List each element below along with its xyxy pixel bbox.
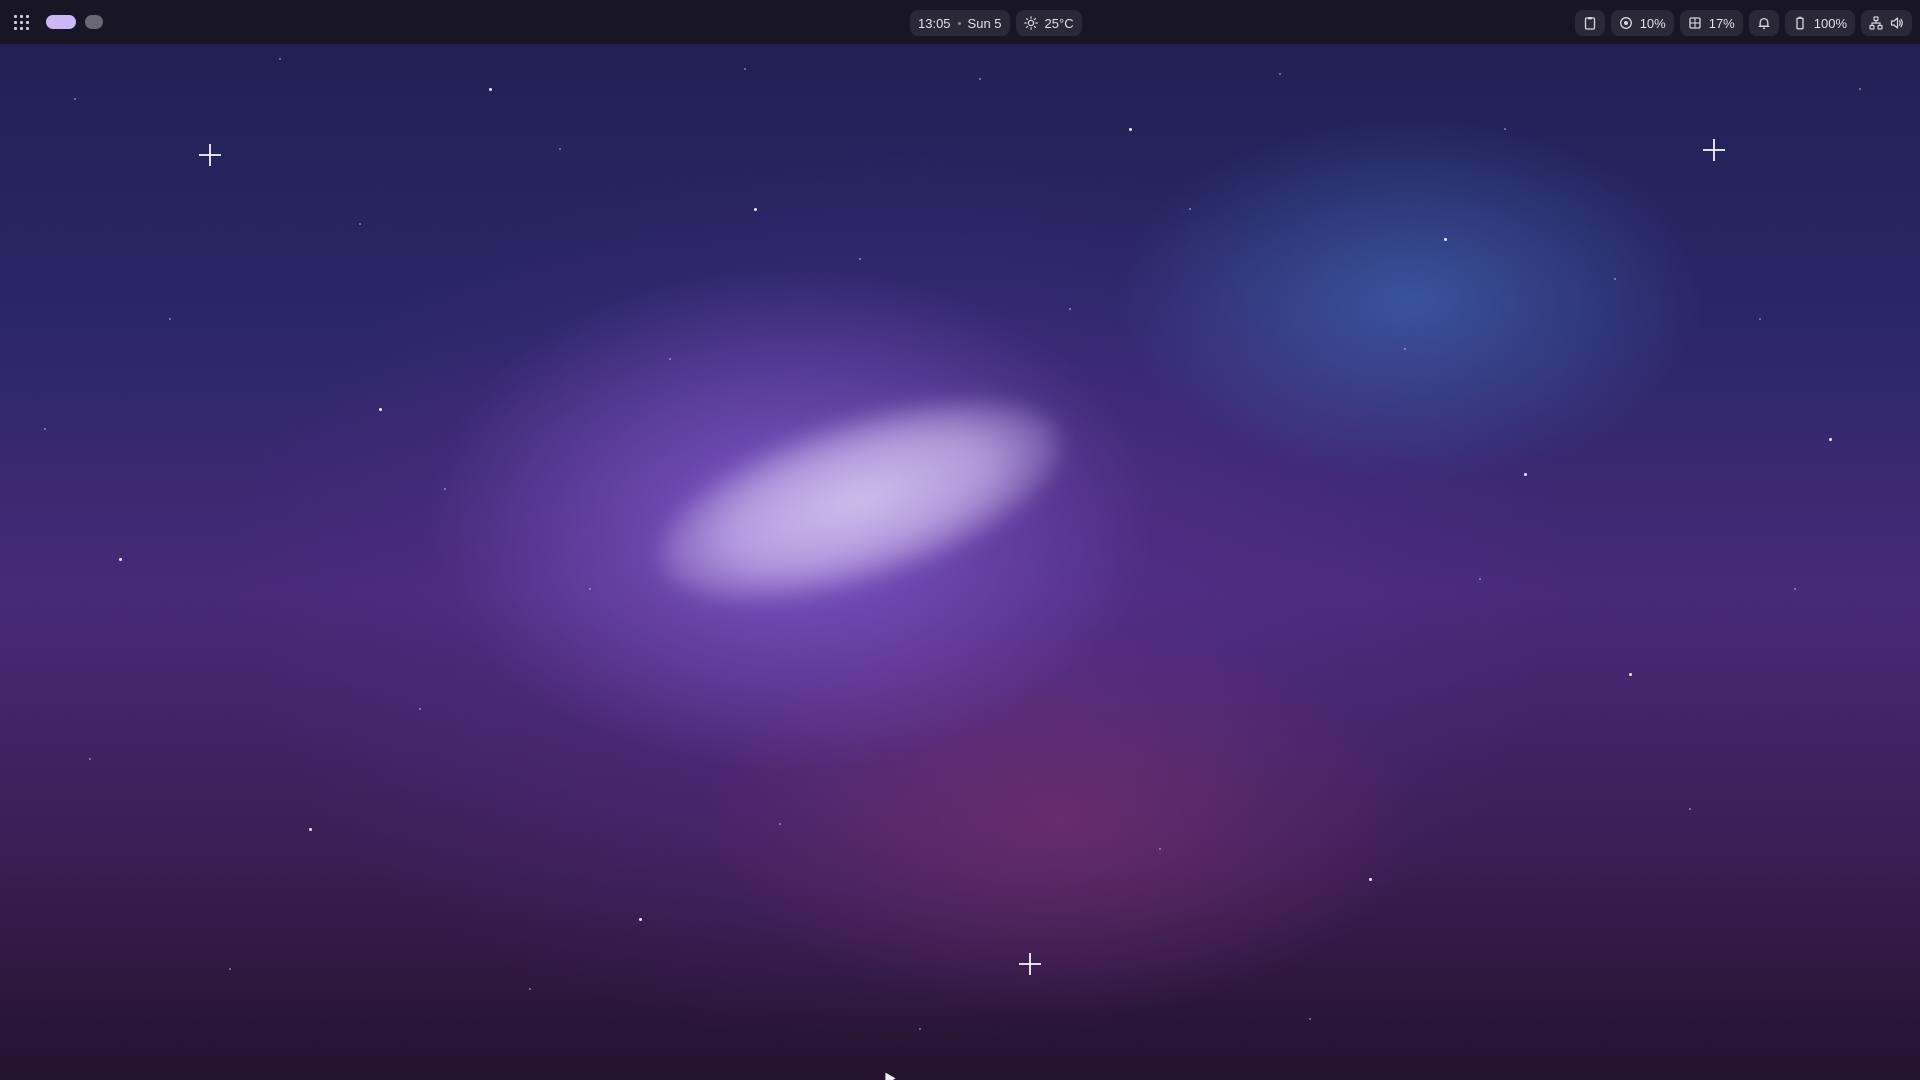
star [74, 98, 76, 100]
mouse-cursor [880, 1069, 896, 1080]
star [419, 708, 421, 710]
workspace-1-indicator[interactable] [46, 15, 76, 29]
star [359, 223, 361, 225]
clock-widget[interactable]: 13:05 Sun 5 [910, 10, 1010, 36]
battery-value: 100% [1813, 15, 1847, 31]
star [744, 68, 746, 70]
bell-icon [1757, 16, 1771, 30]
clipboard-button[interactable] [1574, 10, 1605, 36]
workspace-2-indicator[interactable] [85, 15, 103, 29]
star [279, 58, 281, 60]
star [1129, 128, 1132, 131]
star [1279, 73, 1281, 75]
star [1404, 348, 1406, 350]
star [169, 318, 171, 320]
sparkle-star [1703, 139, 1725, 161]
sparkle-star [1019, 953, 1041, 975]
star [1759, 318, 1761, 320]
star [1479, 578, 1481, 580]
star [119, 558, 122, 561]
star [754, 208, 757, 211]
star [309, 828, 312, 831]
separator-dot [957, 21, 961, 25]
star [779, 823, 781, 825]
star [1504, 128, 1506, 130]
network-button[interactable] [1861, 10, 1912, 36]
network-icon [1869, 16, 1883, 30]
battery-widget[interactable]: 100% [1784, 10, 1855, 36]
weather-temperature: 25°C [1044, 15, 1074, 31]
weather-widget[interactable]: 25°C [1015, 10, 1082, 36]
star [859, 258, 861, 260]
star [1159, 848, 1161, 850]
memory-usage-widget[interactable]: 17% [1679, 10, 1743, 36]
cpu-usage-widget[interactable]: 10% [1610, 10, 1674, 36]
volume-icon[interactable] [1890, 16, 1904, 30]
star [1829, 438, 1832, 441]
star [559, 148, 561, 150]
star [1629, 673, 1632, 676]
cpu-usage-value: 10% [1639, 15, 1666, 31]
star [669, 358, 671, 360]
star [529, 988, 531, 990]
star [1189, 208, 1191, 210]
top-bar: 13:05 Sun 5 25°C 10% 17% 100% [0, 0, 1920, 44]
star [1614, 278, 1616, 280]
star [44, 428, 46, 430]
wallpaper-glow [635, 359, 1085, 641]
star [1794, 588, 1796, 590]
clock-date: Sun 5 [967, 15, 1002, 31]
battery-icon [1793, 16, 1807, 30]
star [589, 588, 591, 590]
sparkle-star [199, 144, 221, 166]
star [1369, 878, 1372, 881]
star [1309, 1018, 1311, 1020]
clock-time: 13:05 [918, 15, 951, 31]
app-launcher-icon[interactable] [12, 13, 30, 31]
star [1069, 308, 1071, 310]
memory-usage-value: 17% [1708, 15, 1735, 31]
star [1444, 238, 1447, 241]
clock-weather-group: 13:05 Sun 5 25°C [910, 10, 1082, 36]
star [979, 78, 981, 80]
star [639, 918, 642, 921]
star [1524, 473, 1527, 476]
clipboard-icon [1583, 16, 1597, 30]
sun-icon [1023, 16, 1038, 30]
star [89, 758, 91, 760]
cpu-icon [1619, 16, 1633, 30]
star [489, 88, 492, 91]
star [1859, 88, 1861, 90]
system-tray: 10% 17% 100% [1574, 10, 1912, 36]
star [444, 488, 446, 490]
star [919, 1028, 921, 1030]
memory-icon [1688, 16, 1702, 30]
notifications-button[interactable] [1748, 10, 1779, 36]
star [229, 968, 231, 970]
star [1689, 808, 1691, 810]
star [379, 408, 382, 411]
